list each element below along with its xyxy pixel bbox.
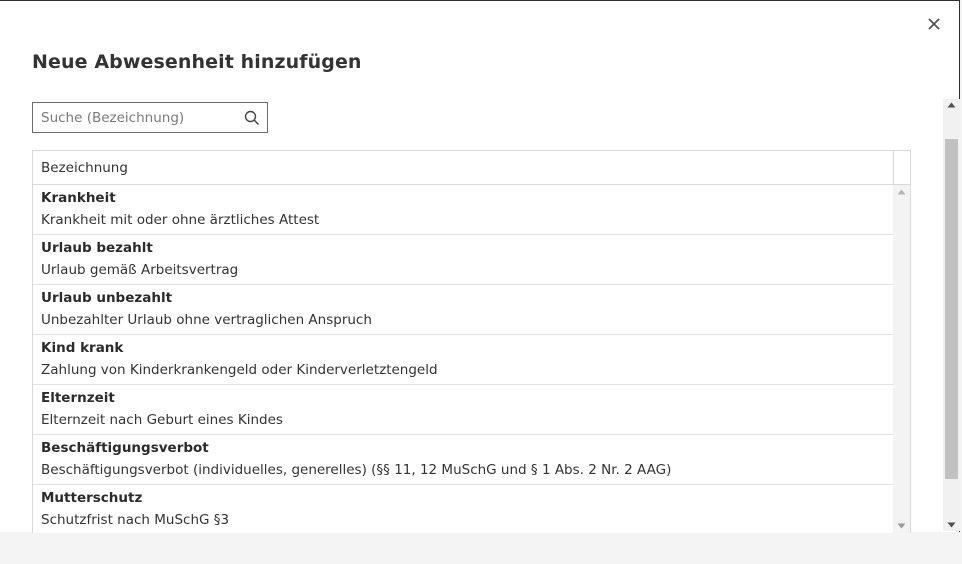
table-row[interactable]: Elternzeit Elternzeit nach Geburt eines … xyxy=(33,385,893,435)
table-header: Bezeichnung xyxy=(33,151,910,185)
row-description: Beschäftigungsverbot (individuelles, gen… xyxy=(41,462,672,478)
row-title: Urlaub unbezahlt xyxy=(41,290,173,306)
search-icon[interactable] xyxy=(237,103,267,132)
row-title: Urlaub bezahlt xyxy=(41,240,153,256)
search-box xyxy=(32,102,268,133)
table-row[interactable]: Urlaub bezahlt Urlaub gemäß Arbeitsvertr… xyxy=(33,235,893,285)
scroll-down-arrow-icon[interactable] xyxy=(947,522,956,528)
table-row[interactable]: Krankheit Krankheit mit oder ohne ärztli… xyxy=(33,185,893,235)
row-description: Unbezahlter Urlaub ohne vertraglichen An… xyxy=(41,312,372,328)
row-title: Mutterschutz xyxy=(41,490,143,506)
table-row[interactable]: Urlaub unbezahlt Unbezahlter Urlaub ohne… xyxy=(33,285,893,335)
row-description: Elternzeit nach Geburt eines Kindes xyxy=(41,412,283,428)
scroll-up-arrow-icon[interactable] xyxy=(897,189,906,195)
table-row[interactable]: Mutterschutz Schutzfrist nach MuSchG §3 xyxy=(33,485,893,533)
table-row[interactable]: Kind krank Zahlung von Kinderkrankengeld… xyxy=(33,335,893,385)
table-scrollbar[interactable] xyxy=(893,185,910,533)
row-title: Beschäftigungsverbot xyxy=(41,440,209,456)
row-description: Zahlung von Kinderkrankengeld oder Kinde… xyxy=(41,362,438,378)
row-title: Krankheit xyxy=(41,190,116,206)
row-description: Schutzfrist nach MuSchG §3 xyxy=(41,512,230,528)
scroll-down-arrow-icon[interactable] xyxy=(897,523,906,529)
search-input[interactable] xyxy=(33,109,237,126)
close-button[interactable] xyxy=(923,13,945,35)
row-title: Kind krank xyxy=(41,340,124,356)
scrollbar-thumb[interactable] xyxy=(945,139,958,479)
close-icon xyxy=(928,18,940,30)
header-spacer xyxy=(893,151,910,184)
dialog-scrollbar[interactable] xyxy=(943,99,960,531)
row-description: Krankheit mit oder ohne ärztliches Attes… xyxy=(41,212,320,228)
row-title: Elternzeit xyxy=(41,390,115,406)
row-description: Urlaub gemäß Arbeitsvertrag xyxy=(41,262,239,278)
absence-types-table: Bezeichnung Krankheit Krankheit mit oder… xyxy=(32,150,911,533)
dialog-title: Neue Abwesenheit hinzufügen xyxy=(32,51,362,73)
add-absence-dialog: Neue Abwesenheit hinzufügen Bezeichnung … xyxy=(0,0,960,533)
column-header-bezeichnung[interactable]: Bezeichnung xyxy=(41,160,128,176)
table-row[interactable]: Beschäftigungsverbot Beschäftigungsverbo… xyxy=(33,435,893,485)
scroll-up-arrow-icon[interactable] xyxy=(947,102,956,108)
table-body: Krankheit Krankheit mit oder ohne ärztli… xyxy=(33,185,893,533)
